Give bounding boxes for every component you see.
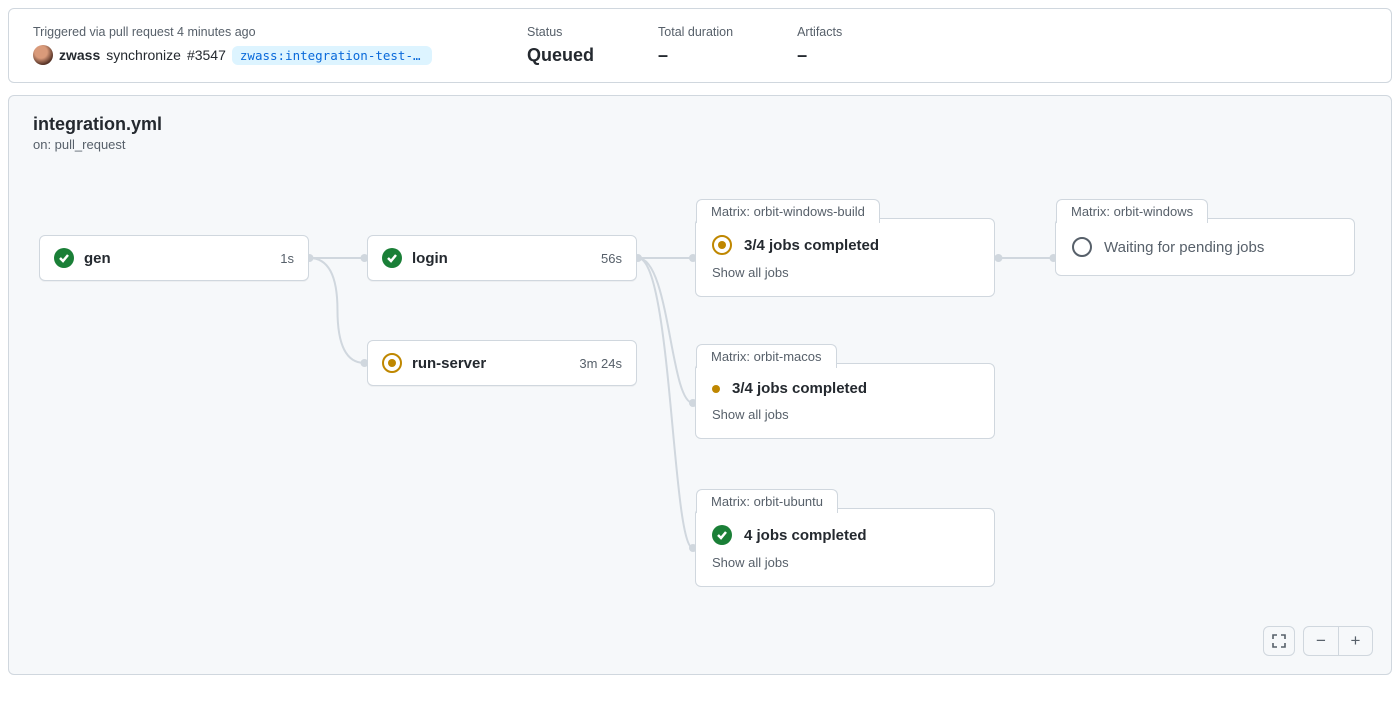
matrix-title: Waiting for pending jobs (1104, 239, 1264, 256)
trigger-label: Triggered via pull request 4 minutes ago (33, 25, 463, 39)
zoom-out-button[interactable]: − (1304, 627, 1338, 655)
artifacts-value: – (797, 45, 842, 66)
matrix-orbit-macos[interactable]: Matrix: orbit-macos 3/4 jobs completed S… (695, 363, 995, 439)
job-name: gen (84, 250, 270, 267)
trigger-action: synchronize (106, 47, 181, 63)
show-all-jobs[interactable]: Show all jobs (712, 407, 978, 422)
job-duration: 3m 24s (579, 356, 622, 371)
amber-dot-icon (712, 385, 720, 393)
workflow-graph-panel: integration.yml on: pull_request gen 1s (8, 95, 1392, 675)
duration-value: – (658, 45, 733, 66)
zoom-controls: − + (1263, 626, 1373, 656)
job-run-server[interactable]: run-server 3m 24s (367, 340, 637, 386)
status-block: Status Queued (527, 25, 594, 66)
job-duration: 56s (601, 251, 622, 266)
workflow-header: integration.yml on: pull_request (9, 96, 1391, 160)
show-all-jobs[interactable]: Show all jobs (712, 265, 978, 280)
trigger-user[interactable]: zwass (59, 47, 100, 63)
job-login[interactable]: login 56s (367, 235, 637, 281)
fullscreen-icon (1272, 634, 1286, 648)
status-value: Queued (527, 45, 594, 66)
running-icon (382, 353, 402, 373)
status-label: Status (527, 25, 594, 39)
check-icon (382, 248, 402, 268)
job-duration: 1s (280, 251, 294, 266)
matrix-tab: Matrix: orbit-macos (696, 344, 837, 368)
duration-block: Total duration – (658, 25, 733, 66)
pr-number[interactable]: #3547 (187, 47, 226, 63)
matrix-title: 4 jobs completed (744, 527, 867, 544)
workflow-trigger: on: pull_request (33, 137, 1367, 152)
trigger-line: zwass synchronize #3547 zwass:integratio… (33, 45, 463, 65)
artifacts-label: Artifacts (797, 25, 842, 39)
pending-icon (1072, 237, 1092, 257)
check-icon (712, 525, 732, 545)
job-gen[interactable]: gen 1s (39, 235, 309, 281)
job-name: run-server (412, 355, 569, 372)
matrix-orbit-windows-build[interactable]: Matrix: orbit-windows-build 3/4 jobs com… (695, 218, 995, 297)
check-icon (54, 248, 74, 268)
running-icon (712, 235, 732, 255)
workflow-canvas[interactable]: gen 1s login 56s run-server 3m 24s Matri… (9, 160, 1391, 640)
branch-badge[interactable]: zwass:integration-test-pa… (232, 46, 432, 65)
workflow-file-name: integration.yml (33, 114, 1367, 135)
fullscreen-button[interactable] (1263, 626, 1295, 656)
run-summary: Triggered via pull request 4 minutes ago… (8, 8, 1392, 83)
matrix-tab: Matrix: orbit-windows-build (696, 199, 880, 223)
show-all-jobs[interactable]: Show all jobs (712, 555, 978, 570)
duration-label: Total duration (658, 25, 733, 39)
artifacts-block: Artifacts – (797, 25, 842, 66)
job-name: login (412, 250, 591, 267)
avatar[interactable] (33, 45, 53, 65)
matrix-title: 3/4 jobs completed (732, 380, 867, 397)
matrix-tab: Matrix: orbit-ubuntu (696, 489, 838, 513)
matrix-orbit-ubuntu[interactable]: Matrix: orbit-ubuntu 4 jobs completed Sh… (695, 508, 995, 587)
matrix-tab: Matrix: orbit-windows (1056, 199, 1208, 223)
trigger-block: Triggered via pull request 4 minutes ago… (33, 25, 463, 66)
zoom-in-button[interactable]: + (1338, 627, 1372, 655)
matrix-orbit-windows[interactable]: Matrix: orbit-windows Waiting for pendin… (1055, 218, 1355, 276)
matrix-title: 3/4 jobs completed (744, 237, 879, 254)
